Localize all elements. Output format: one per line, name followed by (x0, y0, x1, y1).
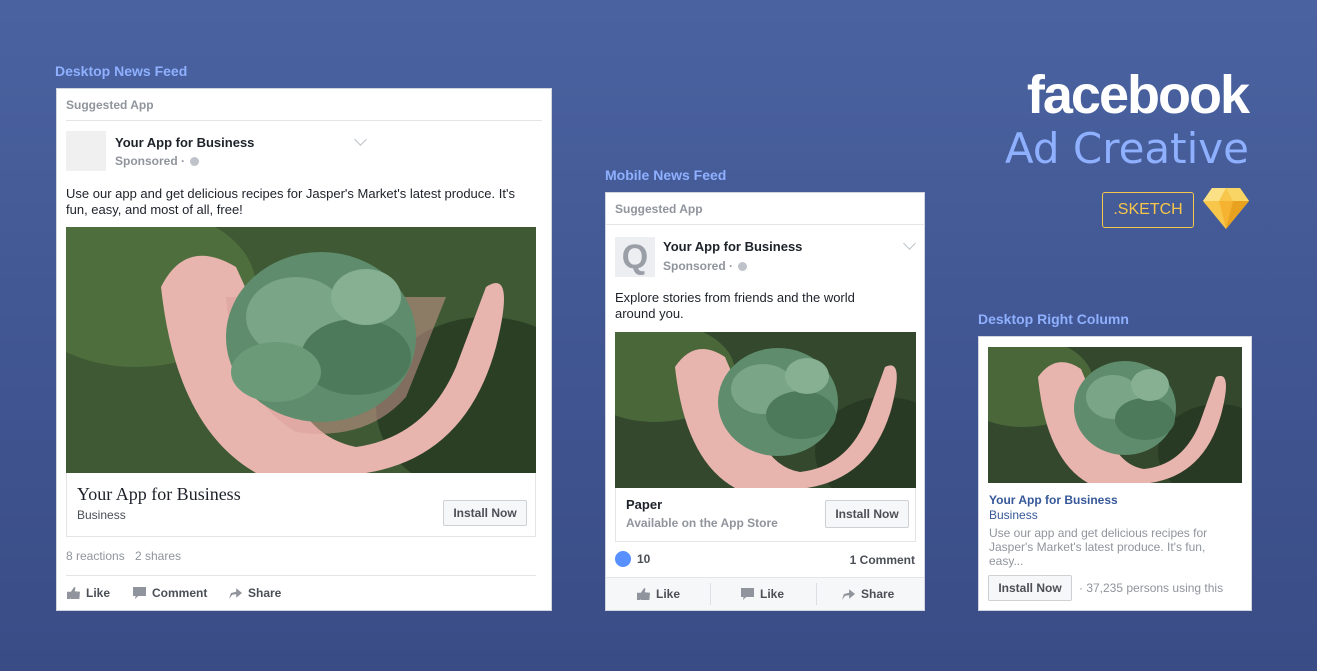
comment-icon (741, 588, 754, 600)
sketch-badge: .SKETCH (1102, 192, 1194, 228)
like-label: Like (656, 587, 681, 601)
app-title: Paper (626, 497, 663, 512)
comment-button[interactable]: Like (741, 587, 784, 601)
sponsored-text: Sponsored · (115, 154, 186, 168)
share-icon (229, 588, 242, 599)
suggested-app-header: Suggested App (66, 89, 542, 121)
post-body-text: Use our app and get delicious recipes fo… (66, 186, 515, 217)
ad-photo[interactable] (66, 227, 536, 473)
desktop-feed-card: Suggested App Your App for Business Spon… (56, 88, 552, 611)
share-button[interactable]: Share (842, 587, 894, 601)
app-subtitle: Available on the App Store (626, 516, 778, 530)
comment-icon (133, 587, 146, 599)
like-count-text: 10 (637, 552, 651, 566)
thumbs-up-icon (67, 587, 80, 599)
chevron-down-icon[interactable] (903, 237, 916, 250)
right-column-card: Your App for Business Business Use our a… (978, 336, 1252, 611)
like-badge-icon (615, 551, 631, 567)
reactions-count[interactable]: 8 reactions (66, 549, 125, 563)
share-label: Share (861, 587, 895, 601)
divider (66, 575, 536, 576)
app-category: Business (77, 508, 126, 522)
facebook-logo: facebook (1026, 65, 1250, 125)
comment-label: Comment (152, 586, 208, 600)
app-attachment-box[interactable]: Your App for Business Business Install N… (66, 473, 536, 537)
ad-creative-title: Ad Creative (1004, 124, 1249, 173)
share-button[interactable]: Share (229, 586, 281, 600)
avatar (66, 131, 106, 171)
sponsored-text: Sponsored · (663, 259, 734, 273)
install-now-button[interactable]: Install Now (443, 500, 527, 526)
ad-photo[interactable] (988, 347, 1242, 483)
action-separator (816, 583, 817, 605)
suggested-app-header: Suggested App (606, 193, 924, 225)
page-name-link[interactable]: Your App for Business (663, 239, 802, 254)
comments-count[interactable]: 1 Comment (850, 553, 915, 567)
right-ad-category: Business (989, 508, 1038, 522)
comment-button[interactable]: Comment (133, 586, 207, 600)
page-name-link[interactable]: Your App for Business (115, 135, 254, 150)
globe-icon (190, 157, 200, 166)
share-icon (842, 589, 855, 600)
chevron-down-icon[interactable] (354, 133, 367, 146)
globe-icon (738, 262, 748, 271)
like-button[interactable]: Like (637, 587, 680, 601)
like-count[interactable]: 10 (615, 551, 650, 567)
comment-label: Like (760, 587, 785, 601)
users-count: · 37,235 persons using this (1079, 581, 1224, 595)
avatar: Q (615, 237, 655, 277)
right-ad-body: Use our app and get delicious recipes fo… (989, 526, 1208, 568)
mobile-feed-label: Mobile News Feed (605, 167, 727, 183)
right-ad-title[interactable]: Your App for Business (989, 493, 1118, 507)
app-attachment-box[interactable]: Paper Available on the App Store Install… (615, 488, 916, 542)
sponsored-label: Sponsored · (115, 154, 200, 168)
install-now-button[interactable]: Install Now (988, 575, 1072, 601)
like-label: Like (86, 586, 111, 600)
mobile-feed-card: Suggested App Q Your App for Business Sp… (605, 192, 925, 611)
post-body-text: Explore stories from friends and the wor… (615, 290, 855, 321)
sponsored-label: Sponsored · (663, 259, 748, 273)
shares-count[interactable]: 2 shares (135, 549, 181, 563)
app-title: Your App for Business (77, 484, 241, 504)
share-label: Share (248, 586, 282, 600)
desktop-feed-label: Desktop News Feed (55, 63, 188, 79)
install-now-button[interactable]: Install Now (825, 500, 909, 528)
thumbs-up-icon (637, 588, 650, 600)
avatar-letter: Q (621, 237, 649, 276)
action-separator (710, 583, 711, 605)
ad-photo[interactable] (615, 332, 916, 488)
sketch-diamond-icon (1202, 186, 1250, 230)
right-column-label: Desktop Right Column (978, 311, 1129, 327)
like-button[interactable]: Like (67, 586, 110, 600)
